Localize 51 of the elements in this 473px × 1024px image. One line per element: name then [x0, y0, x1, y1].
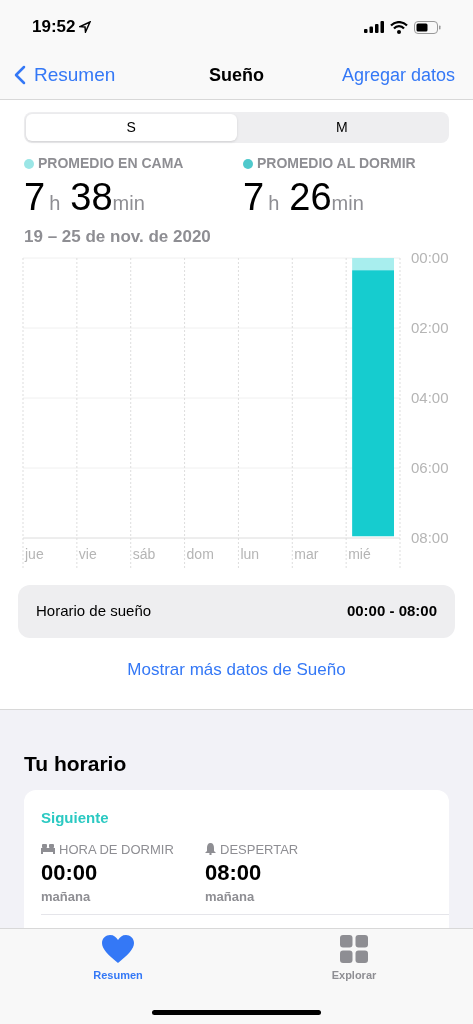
more-data-link[interactable]: Mostrar más datos de Sueño [127, 656, 346, 682]
chevron-left-icon [14, 65, 26, 85]
hour-label: 06:00 [411, 458, 449, 476]
schedule-value: 00:00 - 08:00 [346, 600, 437, 621]
bell-icon [205, 843, 216, 856]
day-label: mar [294, 545, 319, 562]
grid-icon [340, 935, 368, 963]
time-value: 08:00 [205, 859, 263, 887]
date-range: 19 – 25 de nov. de 2020 [24, 227, 211, 246]
segment-tab[interactable]: M [236, 114, 447, 141]
next-label: Siguiente [41, 808, 109, 826]
add-data-button[interactable]: Agregar datos [341, 61, 459, 89]
heart-icon [102, 935, 134, 963]
day-label: lun [240, 545, 260, 562]
tab-item[interactable]: Resumen [0, 929, 236, 1024]
day-label: jue [25, 545, 44, 562]
stat-minutes: 26 [289, 178, 332, 216]
day-text: mañana [41, 887, 92, 906]
schedule-label: Horario de sueño [36, 600, 152, 621]
day-text: mañana [205, 887, 256, 906]
day-label: dom [186, 545, 214, 562]
section-title: Tu horario [24, 752, 127, 775]
stat-hours: 7 [24, 178, 46, 216]
stat-hours: 7 [243, 178, 265, 216]
status-time: 19:52 [32, 16, 76, 39]
signal-icon [364, 21, 384, 33]
bed-icon [41, 844, 55, 855]
day-label: vie [78, 545, 97, 562]
hour-label: 08:00 [411, 528, 449, 546]
day-label: mié [348, 545, 371, 562]
back-button[interactable]: Resumen [14, 60, 116, 90]
time-value: 00:00 [41, 859, 99, 887]
wifi-icon [390, 20, 408, 34]
hour-label: 04:00 [411, 388, 449, 406]
hour-label: 02:00 [411, 318, 449, 336]
segment-tab[interactable]: S [26, 114, 237, 141]
time-label: HORA DE DORMIR [59, 840, 174, 859]
hours-unit: h [268, 193, 280, 213]
minutes-unit: min [112, 193, 145, 213]
hour-label: 00:00 [411, 249, 449, 266]
nav-title: Sueño [209, 63, 264, 87]
stat-label: PROMEDIO EN CAMA [38, 154, 184, 173]
stat-label: PROMEDIO AL DORMIR [257, 154, 416, 173]
tab-item[interactable]: Explorar [236, 929, 472, 1024]
hours-unit: h [49, 193, 61, 213]
location-icon [79, 21, 92, 33]
minutes-unit: min [331, 193, 364, 213]
time-label: DESPERTAR [220, 840, 299, 859]
battery-icon [414, 20, 441, 34]
stat-minutes: 38 [70, 178, 113, 216]
day-label: sáb [132, 545, 156, 562]
